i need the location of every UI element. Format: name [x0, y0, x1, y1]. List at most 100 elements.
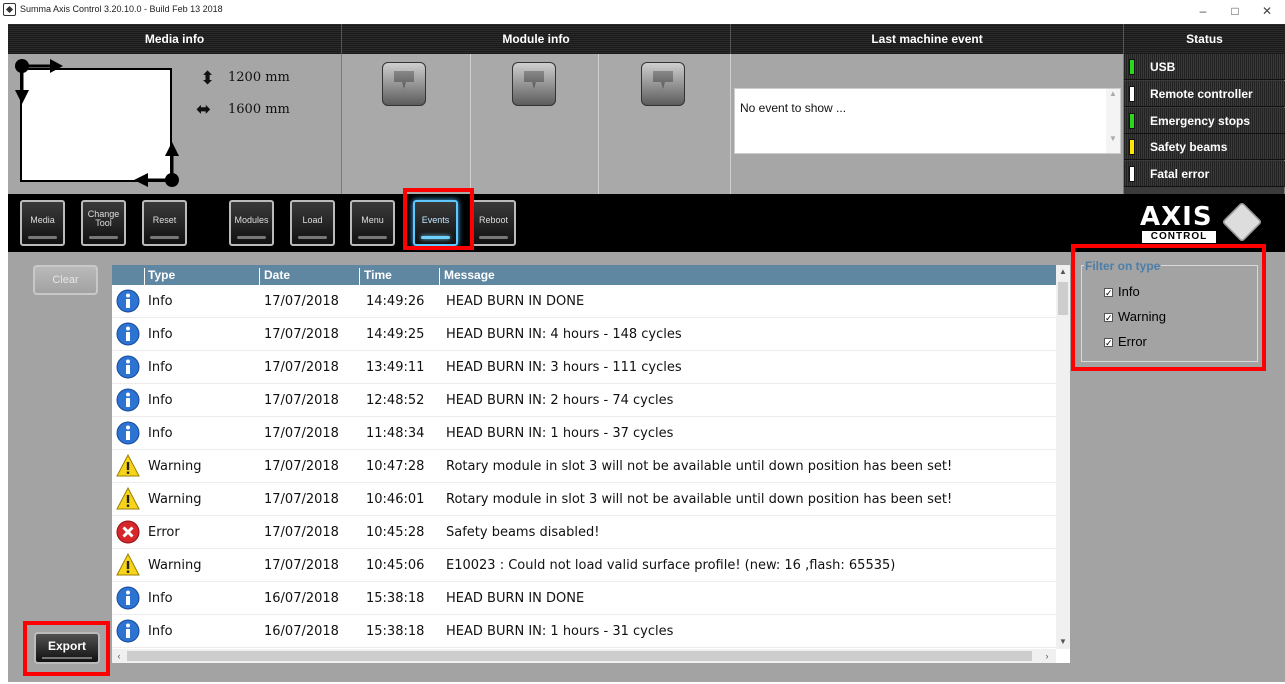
- row-type: Info: [148, 624, 173, 639]
- row-type: Warning: [148, 459, 202, 474]
- media-width: 1600 mm: [228, 102, 290, 117]
- row-type: Info: [148, 426, 173, 441]
- row-time: 10:45:06: [366, 558, 425, 573]
- table-row[interactable]: Info 16/07/2018 15:38:18 HEAD BURN IN: 1 ho…: [112, 615, 1056, 648]
- media-button[interactable]: Media: [20, 200, 65, 246]
- reset-button[interactable]: Reset: [142, 200, 187, 246]
- row-date: 17/07/2018: [264, 393, 339, 408]
- remote-led-icon: [1129, 86, 1135, 102]
- row-message: HEAD BURN IN DONE: [446, 591, 585, 606]
- row-message: HEAD BURN IN: 1 hours - 31 cycles: [446, 624, 674, 639]
- module-tool-icon: [382, 62, 426, 106]
- reboot-button[interactable]: Reboot: [471, 200, 516, 246]
- row-time: 15:38:18: [366, 624, 425, 639]
- row-time: 12:48:52: [366, 393, 425, 408]
- close-button[interactable]: ✕: [1252, 2, 1282, 20]
- row-date: 17/07/2018: [264, 426, 339, 441]
- module-slot-2[interactable]: [471, 54, 599, 194]
- clear-button[interactable]: Clear: [33, 265, 98, 295]
- row-time: 15:38:18: [366, 591, 425, 606]
- table-row[interactable]: Info 17/07/2018 13:49:11 HEAD BURN IN: 3 ho…: [112, 351, 1056, 384]
- row-time: 10:46:01: [366, 492, 425, 507]
- emergency-led-icon: [1129, 113, 1135, 129]
- table-row[interactable]: Info 17/07/2018 14:49:25 HEAD BURN IN: 4 ho…: [112, 318, 1056, 351]
- width-arrow-icon: ⬌: [196, 99, 212, 119]
- load-button[interactable]: Load: [290, 200, 335, 246]
- fatal-led-icon: [1129, 166, 1135, 182]
- filter-highlight: [1071, 244, 1266, 371]
- table-row[interactable]: Warning 17/07/2018 10:47:28 Rotary module i…: [112, 450, 1056, 483]
- row-date: 17/07/2018: [264, 558, 339, 573]
- row-date: 17/07/2018: [264, 294, 339, 309]
- hscroll-thumb[interactable]: [127, 651, 1032, 661]
- col-message[interactable]: Message: [444, 268, 495, 282]
- row-type: Warning: [148, 558, 202, 573]
- axis-control-logo: AXIS CONTROL: [1140, 201, 1268, 244]
- events-highlight: [403, 188, 474, 250]
- summa-logo-icon: [1221, 201, 1263, 243]
- table-horizontal-scrollbar[interactable]: ‹ ›: [112, 649, 1056, 663]
- module-slot-3[interactable]: [599, 54, 731, 194]
- last-event-panel: No event to show ... ▲ ▼: [731, 54, 1124, 194]
- table-row[interactable]: Error 17/07/2018 10:45:28 Safety beams disa…: [112, 516, 1056, 549]
- title-bar: Summa Axis Control 3.20.10.0 - Build Feb…: [0, 0, 1285, 22]
- row-message: HEAD BURN IN: 2 hours - 74 cycles: [446, 393, 674, 408]
- row-message: Rotary module in slot 3 will not be avai…: [446, 459, 953, 474]
- row-date: 17/07/2018: [264, 492, 339, 507]
- modules-button[interactable]: Modules: [229, 200, 274, 246]
- module-slot-1[interactable]: [342, 54, 471, 194]
- status-safety-beams: Safety beams: [1124, 134, 1285, 160]
- menu-button[interactable]: Menu: [350, 200, 395, 246]
- status-fatal-error: Fatal error: [1124, 161, 1285, 187]
- height-arrow-icon: ⬍: [200, 68, 216, 88]
- media-origin-arrows-icon: [15, 59, 179, 187]
- module-tool-icon: [641, 62, 685, 106]
- table-row[interactable]: Warning 17/07/2018 10:46:01 Rotary module i…: [112, 483, 1056, 516]
- status-header: Status: [1124, 24, 1285, 54]
- row-message: HEAD BURN IN DONE: [446, 294, 585, 309]
- app-logo-icon: [3, 3, 16, 16]
- row-message: Safety beams disabled!: [446, 525, 600, 540]
- module-tool-icon: [512, 62, 556, 106]
- row-time: 14:49:25: [366, 327, 425, 342]
- scroll-left-icon[interactable]: ‹: [112, 649, 126, 663]
- table-row[interactable]: Info 17/07/2018 12:48:52 HEAD BURN IN: 2 ho…: [112, 384, 1056, 417]
- table-row[interactable]: Info 17/07/2018 11:48:34 HEAD BURN IN: 1 ho…: [112, 417, 1056, 450]
- row-type: Info: [148, 327, 173, 342]
- row-type: Info: [148, 360, 173, 375]
- maximize-button[interactable]: □: [1220, 2, 1250, 20]
- row-type: Info: [148, 393, 173, 408]
- events-table: Type Date Time Message Info 17/07/2018 14:…: [112, 265, 1070, 663]
- window-title: Summa Axis Control 3.20.10.0 - Build Feb…: [20, 4, 223, 14]
- scroll-down-icon[interactable]: ▼: [1056, 635, 1070, 649]
- row-time: 14:49:26: [366, 294, 425, 309]
- row-date: 17/07/2018: [264, 327, 339, 342]
- col-type[interactable]: Type: [148, 268, 175, 282]
- row-type: Warning: [148, 492, 202, 507]
- row-message: E10023 : Could not load valid surface pr…: [446, 558, 896, 573]
- last-event-box[interactable]: No event to show ... ▲ ▼: [734, 88, 1121, 154]
- usb-led-icon: [1129, 59, 1135, 75]
- table-row[interactable]: Info 16/07/2018 15:38:18 HEAD BURN IN DONE: [112, 582, 1056, 615]
- scroll-up-icon[interactable]: ▲: [1056, 265, 1070, 279]
- table-row[interactable]: Warning 17/07/2018 10:45:06 E10023 : Could …: [112, 549, 1056, 582]
- last-event-header: Last machine event: [731, 24, 1124, 54]
- export-highlight: [23, 621, 110, 676]
- minimize-button[interactable]: –: [1188, 2, 1218, 20]
- col-date[interactable]: Date: [264, 268, 290, 282]
- table-vertical-scrollbar[interactable]: ▲ ▼: [1056, 265, 1070, 649]
- scroll-right-icon[interactable]: ›: [1040, 649, 1054, 663]
- row-date: 16/07/2018: [264, 591, 339, 606]
- row-time: 10:45:28: [366, 525, 425, 540]
- row-message: HEAD BURN IN: 1 hours - 37 cycles: [446, 426, 674, 441]
- row-time: 11:48:34: [366, 426, 425, 441]
- scroll-thumb[interactable]: [1058, 282, 1068, 315]
- row-message: HEAD BURN IN: 3 hours - 111 cycles: [446, 360, 682, 375]
- event-scrollbar[interactable]: ▲ ▼: [1106, 89, 1120, 153]
- col-time[interactable]: Time: [364, 268, 392, 282]
- media-info-panel: ⬍ 1200 mm ⬌ 1600 mm: [8, 54, 342, 194]
- change-tool-button[interactable]: Change Tool: [81, 200, 126, 246]
- table-row[interactable]: Info 17/07/2018 14:49:26 HEAD BURN IN DONE: [112, 285, 1056, 318]
- row-time: 10:47:28: [366, 459, 425, 474]
- media-height: 1200 mm: [228, 70, 290, 85]
